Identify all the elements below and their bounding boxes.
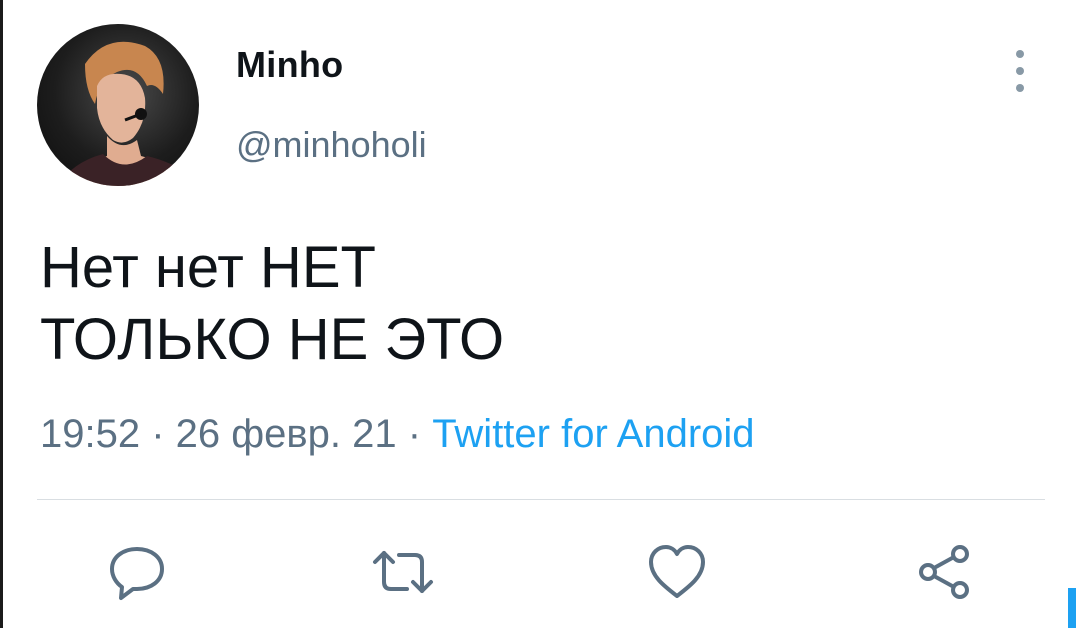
scroll-indicator (1068, 588, 1076, 628)
window-edge (0, 0, 3, 628)
avatar[interactable] (37, 24, 199, 186)
meta-separator: · (140, 412, 176, 456)
avatar-photo (57, 41, 199, 186)
tweet-meta: 19:52 · 26 февр. 21 · Twitter for Androi… (40, 412, 755, 457)
tweet-date[interactable]: 26 февр. 21 (176, 412, 397, 456)
tweet-source-link[interactable]: Twitter for Android (432, 412, 754, 456)
more-dots-icon (1016, 50, 1024, 58)
meta-separator: · (396, 412, 433, 456)
reply-button[interactable] (105, 540, 169, 604)
share-button[interactable] (912, 540, 976, 604)
tweet-text: Нет нет НЕТ ТОЛЬКО НЕ ЭТО (40, 232, 1020, 376)
user-handle[interactable]: @minhoholi (236, 124, 427, 166)
display-name[interactable]: Minho (236, 44, 343, 86)
tweet-text-line: Нет нет НЕТ (40, 235, 376, 300)
more-options-button[interactable] (1006, 46, 1034, 96)
retweet-icon (373, 551, 433, 593)
heart-icon (649, 545, 705, 598)
divider (37, 499, 1045, 500)
tweet-text-line: ТОЛЬКО НЕ ЭТО (40, 307, 505, 372)
retweet-button[interactable] (371, 540, 435, 604)
speech-bubble-icon (110, 547, 164, 600)
share-icon (919, 545, 969, 599)
like-button[interactable] (645, 540, 709, 604)
tweet-time[interactable]: 19:52 (40, 412, 140, 456)
